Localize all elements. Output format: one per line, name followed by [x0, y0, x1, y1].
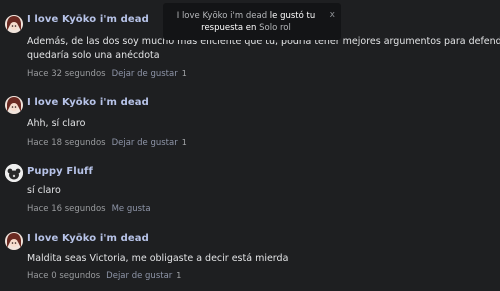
comment-author[interactable]: I love Kyōko i'm dead	[27, 14, 149, 25]
notification-toast[interactable]: I love Kyōko i'm dead le gustó tu respue…	[163, 3, 341, 40]
comment-author[interactable]: I love Kyōko i'm dead	[27, 233, 149, 244]
comment-timestamp[interactable]: Hace 32 segundos	[27, 69, 106, 79]
notification-user: I love Kyōko i'm dead	[176, 11, 268, 21]
comment-author[interactable]: I love Kyōko i'm dead	[27, 97, 149, 108]
anime-girl-avatar[interactable]	[5, 96, 23, 114]
comment-timestamp[interactable]: Hace 0 segundos	[27, 271, 100, 281]
comment-author[interactable]: Puppy Fluff	[27, 166, 93, 177]
close-icon[interactable]: x	[330, 9, 335, 21]
like-count[interactable]: 1	[176, 271, 181, 280]
comment-meta: Hace 18 segundos Dejar de gustar 1	[27, 138, 187, 148]
notification-message[interactable]: I love Kyōko i'm dead le gustó tu respue…	[169, 10, 323, 34]
like-count[interactable]: 1	[182, 138, 187, 147]
notification-phrase: le gustó tu	[269, 11, 316, 21]
notification-phrase-2: respuesta en	[201, 23, 257, 33]
like-count[interactable]: 1	[182, 69, 187, 78]
comment-text: quedaría solo una anécdota	[27, 50, 160, 61]
comment-meta: Hace 32 segundos Dejar de gustar 1	[27, 69, 187, 79]
comment-text: Ahh, sí claro	[27, 118, 86, 129]
unlike-button[interactable]: Dejar de gustar	[106, 271, 172, 281]
comment-text: Maldita seas Victoria, me obligaste a de…	[27, 253, 289, 264]
unlike-button[interactable]: Dejar de gustar	[112, 138, 178, 148]
comment-timestamp[interactable]: Hace 18 segundos	[27, 138, 106, 148]
avatar-image	[5, 96, 23, 114]
comment-text: sí claro	[27, 185, 61, 196]
anime-girl-avatar[interactable]	[5, 15, 23, 33]
comment-meta: Hace 16 segundos Me gusta	[27, 204, 151, 214]
avatar-image	[5, 15, 23, 33]
anime-girl-avatar[interactable]	[5, 232, 23, 250]
avatar-image	[5, 164, 23, 182]
like-button[interactable]: Me gusta	[112, 204, 151, 214]
avatar-image	[5, 232, 23, 250]
comment-timestamp[interactable]: Hace 16 segundos	[27, 204, 106, 214]
puppy-avatar[interactable]	[5, 164, 23, 182]
notification-place: Solo rol	[259, 23, 291, 33]
unlike-button[interactable]: Dejar de gustar	[112, 69, 178, 79]
comment-meta: Hace 0 segundos Dejar de gustar 1	[27, 271, 181, 281]
